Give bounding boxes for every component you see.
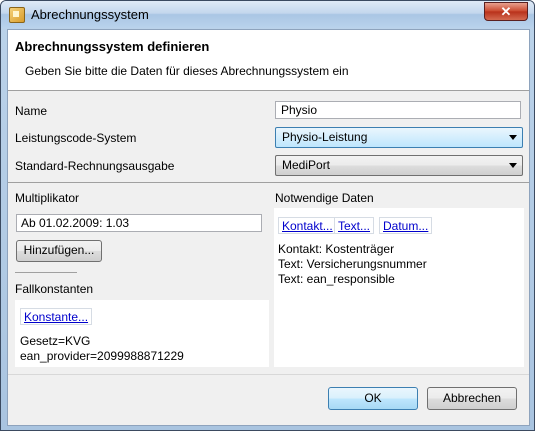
case-constants-panel: Konstante... Gesetz=KVG ean_provider=209… <box>15 300 269 367</box>
title-bar[interactable]: Abrechnungssystem ✕ <box>1 1 534 28</box>
required-data-line: Kontakt: Kostenträger <box>278 242 395 256</box>
required-data-panel: Kontakt... Text... Datum... Kontakt: Kos… <box>274 208 524 367</box>
dialog-heading: Abrechnungssystem definieren <box>15 39 210 54</box>
add-contact-link[interactable]: Kontakt... <box>278 217 337 234</box>
name-label: Name <box>15 104 48 118</box>
chevron-down-icon <box>509 135 517 140</box>
code-system-label: Leistungscode-System <box>15 131 137 145</box>
divider <box>8 182 529 183</box>
add-text-link[interactable]: Text... <box>334 217 375 234</box>
divider <box>15 272 77 273</box>
app-icon <box>9 7 25 23</box>
constant-line: ean_provider=2099988871229 <box>20 349 184 363</box>
chevron-down-icon <box>509 163 517 168</box>
required-data-line: Text: ean_responsible <box>278 272 395 286</box>
divider <box>8 374 529 375</box>
dialog-window: Abrechnungssystem ✕ Abrechnungssystem de… <box>0 0 535 431</box>
multiplier-label: Multiplikator <box>15 191 80 205</box>
close-button[interactable]: ✕ <box>484 2 528 21</box>
add-multiplier-button[interactable]: Hinzufügen... <box>16 240 102 262</box>
ok-button[interactable]: OK <box>328 387 418 410</box>
dialog-description: Geben Sie bitte die Daten für dieses Abr… <box>25 64 349 78</box>
required-data-label: Notwendige Daten <box>275 191 374 205</box>
cancel-button[interactable]: Abbrechen <box>427 387 517 410</box>
required-data-line: Text: Versicherungsnummer <box>278 257 427 271</box>
output-value: MediPort <box>282 158 331 172</box>
code-system-value: Physio-Leistung <box>282 130 368 144</box>
dialog-header: Abrechnungssystem definieren Geben Sie b… <box>8 30 529 91</box>
case-constants-label: Fallkonstanten <box>15 282 94 296</box>
add-date-link[interactable]: Datum... <box>379 217 433 234</box>
multiplier-input[interactable]: Ab 01.02.2009: 1.03 <box>16 214 262 232</box>
output-select[interactable]: MediPort <box>275 155 523 176</box>
add-constant-link[interactable]: Konstante... <box>20 308 93 325</box>
constant-line: Gesetz=KVG <box>20 334 91 348</box>
window-title: Abrechnungssystem <box>31 7 149 22</box>
code-system-select[interactable]: Physio-Leistung <box>275 127 523 148</box>
name-input[interactable]: Physio <box>275 101 521 119</box>
dialog-client-area: Abrechnungssystem definieren Geben Sie b… <box>7 29 530 426</box>
output-label: Standard-Rechnungsausgabe <box>15 159 175 173</box>
